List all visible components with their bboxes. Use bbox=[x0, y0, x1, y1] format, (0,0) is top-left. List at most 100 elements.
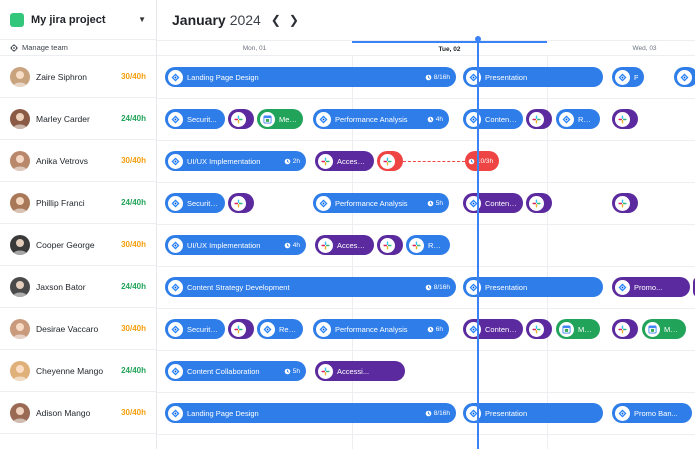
task-pill[interactable]: Presentation bbox=[463, 277, 603, 297]
task-pill[interactable]: Promo Ban... bbox=[612, 403, 692, 423]
task-pill[interactable] bbox=[526, 109, 552, 129]
member-name: Zaire Siphron bbox=[36, 71, 88, 82]
task-pill[interactable]: UI/UX Implementation 4h bbox=[165, 235, 306, 255]
task-pill[interactable]: Content Strategy Development 8/16h bbox=[165, 277, 456, 297]
jira-icon bbox=[615, 279, 630, 295]
jira-icon bbox=[316, 321, 331, 337]
member-name: Phillip Franci bbox=[36, 197, 85, 208]
task-label: Rev... bbox=[578, 114, 594, 124]
task-pill[interactable]: Presentation bbox=[463, 403, 603, 423]
task-pill[interactable]: Rev... bbox=[406, 235, 450, 255]
jira-icon bbox=[168, 153, 183, 169]
jira-icon bbox=[168, 237, 183, 253]
task-pill[interactable]: Performance Analysis 4h bbox=[313, 109, 449, 129]
task-pill[interactable] bbox=[674, 67, 695, 87]
task-pill[interactable] bbox=[612, 319, 638, 339]
team-member-row[interactable]: Cheyenne Mango 24/40h bbox=[0, 350, 156, 392]
team-member-row[interactable]: Zaire Siphron 30/40h bbox=[0, 56, 156, 98]
team-member-row[interactable]: Anika Vetrovs 30/40h bbox=[0, 140, 156, 182]
jira-icon bbox=[168, 321, 183, 337]
task-pill[interactable]: Presentation bbox=[463, 67, 603, 87]
task-pill[interactable] bbox=[526, 193, 552, 213]
task-label: Securit... bbox=[187, 114, 217, 124]
jira-icon bbox=[168, 363, 183, 379]
task-label: Landing Page Design bbox=[187, 72, 259, 82]
project-selector[interactable]: My jira project ▼ bbox=[0, 0, 156, 40]
task-pill[interactable] bbox=[228, 193, 254, 213]
task-label: Rev... bbox=[279, 324, 297, 334]
task-pill[interactable]: Security Enh... bbox=[165, 193, 225, 213]
slack-icon bbox=[380, 237, 395, 253]
task-pill[interactable]: Securit... bbox=[165, 109, 225, 129]
task-pill[interactable] bbox=[526, 319, 552, 339]
member-hours: 24/40h bbox=[121, 198, 146, 207]
chevron-down-icon[interactable]: ▼ bbox=[138, 15, 146, 24]
slack-icon bbox=[231, 195, 246, 211]
task-label: Performance Analysis bbox=[335, 324, 408, 334]
task-pill[interactable]: Mee... bbox=[556, 319, 600, 339]
avatar bbox=[10, 360, 30, 381]
task-pill[interactable]: Landing Page Design 8/16h bbox=[165, 403, 456, 423]
team-member-row[interactable]: Desirae Vaccaro 30/40h bbox=[0, 308, 156, 350]
day-header-row: Mon, 01 Tue, 02 Wed, 03 bbox=[157, 40, 695, 56]
slack-icon bbox=[529, 321, 544, 337]
task-pill[interactable]: Content... bbox=[463, 193, 523, 213]
task-pill[interactable]: Rev... bbox=[257, 319, 303, 339]
task-pill[interactable]: Performance Analysis 6h bbox=[313, 319, 449, 339]
task-hours: 4h bbox=[427, 116, 443, 123]
jira-icon bbox=[466, 321, 481, 337]
task-pill[interactable]: Mee... bbox=[642, 319, 686, 339]
task-pill[interactable]: UI/UX Implementation 2h bbox=[165, 151, 306, 171]
task-pill[interactable]: Security... bbox=[165, 319, 225, 339]
jira-icon bbox=[466, 279, 481, 295]
task-label: Security Enh... bbox=[187, 198, 219, 208]
task-pill[interactable]: Accessi... bbox=[315, 151, 374, 171]
task-overrun-badge[interactable]: 10/3h bbox=[465, 151, 499, 171]
task-label: Content... bbox=[485, 198, 517, 208]
task-pill[interactable]: Content... bbox=[463, 109, 523, 129]
row-divider bbox=[157, 392, 695, 393]
task-pill[interactable] bbox=[377, 235, 403, 255]
task-pill[interactable]: Content... bbox=[463, 319, 523, 339]
team-member-row[interactable]: Phillip Franci 24/40h bbox=[0, 182, 156, 224]
team-member-row[interactable]: Cooper George 30/40h bbox=[0, 224, 156, 266]
row-divider bbox=[157, 434, 695, 435]
team-member-row[interactable]: Jaxson Bator 24/40h bbox=[0, 266, 156, 308]
task-pill[interactable]: Landing Page Design 8/16h bbox=[165, 67, 456, 87]
task-hours: 5h bbox=[284, 368, 300, 375]
slack-icon bbox=[380, 153, 395, 169]
task-hours: 8/16h bbox=[425, 410, 450, 417]
task-label: Rev... bbox=[428, 240, 444, 250]
row-divider bbox=[157, 350, 695, 351]
task-pill[interactable]: Promo B... bbox=[612, 67, 644, 87]
month-label: January bbox=[172, 12, 226, 28]
dependency-line bbox=[403, 161, 465, 162]
manage-team-button[interactable]: Manage team bbox=[0, 40, 156, 56]
task-hours: 4h bbox=[284, 242, 300, 249]
task-pill[interactable]: Mee... bbox=[257, 109, 303, 129]
task-pill[interactable] bbox=[377, 151, 403, 171]
task-hours: 8/16h bbox=[425, 74, 450, 81]
task-pill[interactable] bbox=[228, 109, 254, 129]
task-label: Presentation bbox=[485, 282, 528, 292]
member-hours: 24/40h bbox=[121, 366, 146, 375]
task-label: Accessi... bbox=[337, 366, 370, 376]
task-pill[interactable]: Promo... bbox=[612, 277, 690, 297]
task-pill[interactable]: Performance Analysis 5h bbox=[313, 193, 449, 213]
task-hours: 8/16h bbox=[425, 284, 450, 291]
calendar-icon bbox=[645, 321, 660, 337]
task-pill[interactable]: Accessibilit... bbox=[315, 235, 374, 255]
task-pill[interactable] bbox=[612, 109, 638, 129]
next-month-button[interactable]: ❯ bbox=[289, 13, 299, 27]
today-indicator-line bbox=[477, 38, 479, 449]
task-pill[interactable]: Content Collaboration 5h bbox=[165, 361, 306, 381]
task-pill[interactable]: Accessi... bbox=[315, 361, 405, 381]
slack-icon bbox=[318, 363, 333, 379]
task-pill[interactable] bbox=[228, 319, 254, 339]
task-pill[interactable]: Rev... bbox=[556, 109, 600, 129]
member-name: Anika Vetrovs bbox=[36, 155, 88, 166]
task-pill[interactable] bbox=[612, 193, 638, 213]
team-member-row[interactable]: Adison Mango 30/40h bbox=[0, 392, 156, 434]
prev-month-button[interactable]: ❮ bbox=[271, 13, 281, 27]
team-member-row[interactable]: Marley Carder 24/40h bbox=[0, 98, 156, 140]
